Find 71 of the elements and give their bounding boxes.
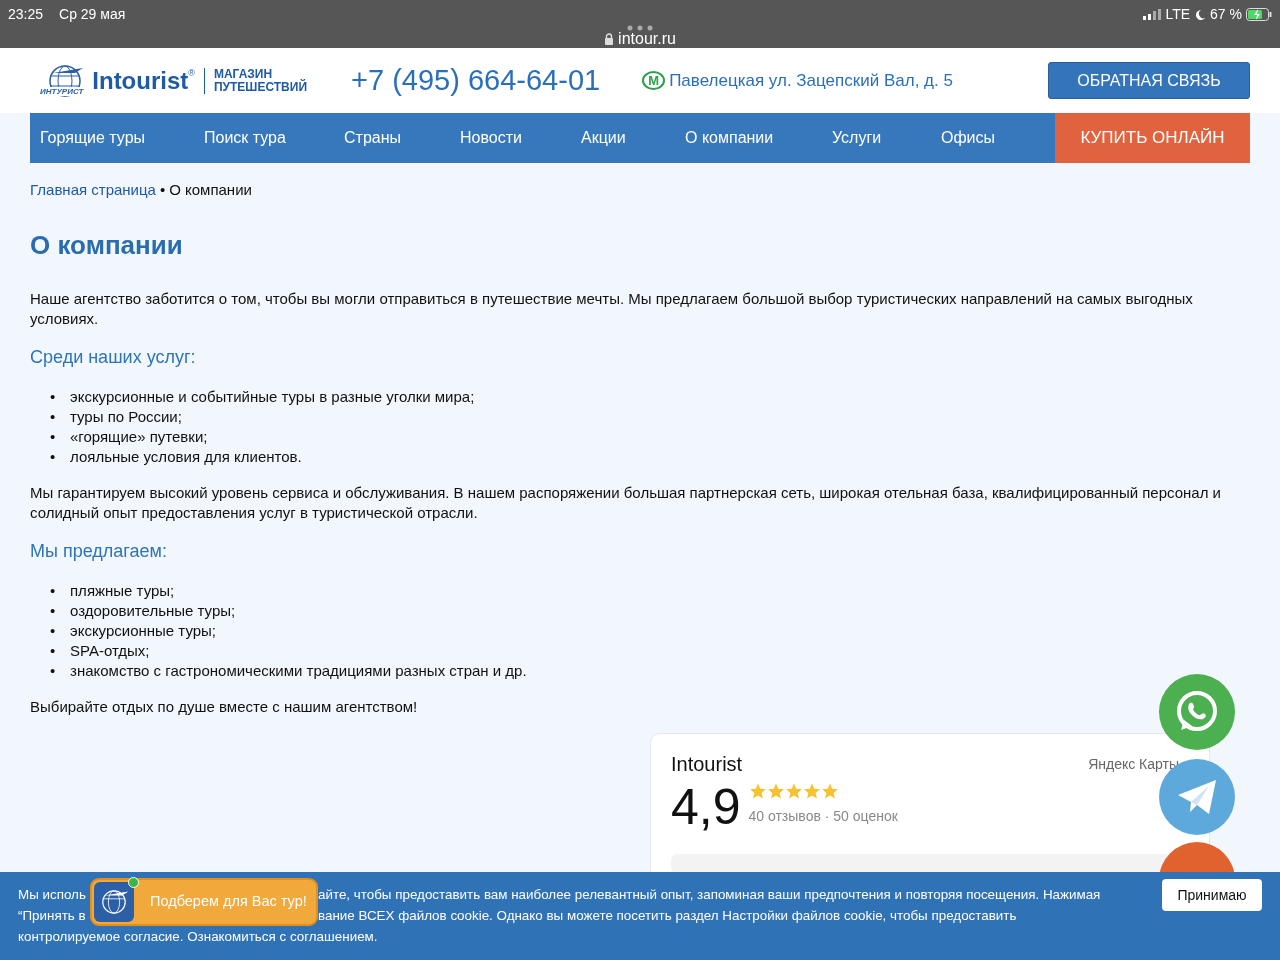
url-address[interactable]: intour.ru: [618, 27, 676, 51]
list-bullet: •: [50, 387, 57, 408]
list-item: оздоровительные туры;: [70, 601, 236, 622]
list-bullet: •: [50, 661, 57, 682]
list-bullet: •: [50, 447, 57, 468]
lock-icon: [604, 33, 615, 45]
cookie-notice-text: вание ВСЕХ файлов cookie. Однако вы можете посетить раздел Настройки файлов cookie, чтобы предоставить: [318, 907, 1017, 925]
nav-link[interactable]: Акции: [571, 126, 675, 150]
breadcrumb-separator: •: [159, 180, 166, 200]
star-icon: [802, 782, 821, 801]
battery-percent: 67 %: [1210, 5, 1242, 24]
address-text: Павелецкая ул. Зацепский Вал, д. 5: [669, 69, 953, 92]
battery-charging-icon: [1246, 8, 1272, 21]
list-item: лояльные условия для клиентов.: [70, 447, 302, 468]
nav-link[interactable]: Горящие туры: [30, 126, 194, 150]
moon-icon: [1194, 8, 1207, 21]
accept-button[interactable]: Принимаю: [1162, 879, 1262, 911]
list-item: экскурсионные туры;: [70, 621, 217, 642]
nav-link[interactable]: Страны: [334, 126, 450, 150]
list-bullet: •: [50, 407, 57, 428]
cookie-notice-text: контролируемое согласие. Ознакомиться с соглашением.: [18, 928, 378, 946]
list-item: пляжные туры;: [70, 581, 175, 602]
phone-link[interactable]: +7 (495) 664-64-01: [351, 58, 601, 103]
breadcrumb-link[interactable]: Главная страница: [30, 180, 156, 200]
list-bullet: •: [50, 641, 57, 662]
cookie-notice-text: Мы исполь: [18, 887, 86, 902]
star-icon: [766, 782, 785, 801]
page-title: О компании: [30, 230, 184, 262]
nav-link[interactable]: Офисы: [931, 126, 1042, 150]
map-source-label: Яндекс Карты: [1088, 755, 1179, 775]
list-item: SPA-отдых;: [70, 641, 150, 662]
more-icon[interactable]: [627, 25, 653, 31]
star-icon: [784, 782, 803, 801]
feedback-button[interactable]: ОБРАТНАЯ СВЯЗЬ: [1048, 62, 1250, 99]
nav-link[interactable]: Услуги: [822, 126, 931, 150]
breadcrumb-current: О компании: [169, 180, 252, 200]
list-item: знакомство с гастрономическими традициями разных стран и др.: [70, 661, 527, 682]
body-paragraph: Мы гарантируем высокий уровень сервиса и обслуживания. В нашем распоряжении большая партнерская сеть, широкая отельная база, квалифицированный персонал и солидный опыт предоставления услуг в туристической отрасли.: [30, 483, 1222, 524]
store-tagline: МАГАЗИН ПУТЕШЕСТВИЙ: [213, 67, 308, 94]
network-label: LTE: [1165, 5, 1191, 24]
status-time: 23:25: [8, 5, 44, 24]
star-icon: [748, 782, 767, 801]
list-bullet: •: [50, 601, 57, 622]
list-bullet: •: [50, 621, 57, 642]
rating-value: 4,9: [671, 782, 741, 833]
list-bullet: •: [50, 581, 57, 602]
status-date: Ср 29 мая: [59, 5, 126, 24]
list-bullet: •: [50, 427, 57, 448]
list-item: «горящие» путевки;: [70, 427, 208, 448]
section-heading: Среди наших услуг:: [30, 347, 197, 368]
logo-badge: ИНТУРИСТ: [39, 87, 85, 96]
cookie-notice-text: “Принять в: [18, 908, 86, 923]
section-heading: Мы предлагаем:: [30, 541, 168, 562]
signal-icon: [1143, 9, 1162, 20]
star-icon: [820, 782, 839, 801]
list-item: экскурсионные и событийные туры в разные уголки мира;: [70, 387, 475, 408]
metro-icon: М: [642, 71, 666, 90]
nav-link[interactable]: Поиск тура: [194, 126, 334, 150]
nav-link[interactable]: О компании: [675, 126, 822, 150]
registered-mark: ®: [188, 66, 195, 78]
logo-wordmark: Intourist: [92, 65, 189, 96]
nav-link[interactable]: Новости: [450, 126, 571, 150]
paper-plane-icon: [1176, 778, 1218, 816]
list-item: туры по России;: [70, 407, 182, 428]
review-counts: 40 отзывов · 50 оценок: [748, 807, 898, 827]
cookie-notice-text: айте, чтобы предоставить вам наиболее релевантный опыт, запоминая ваши предпочтения и повторяя посещения. Нажимая: [318, 886, 1101, 904]
body-paragraph: Наше агентство заботится о том, чтобы вы могли отправиться в путешествие мечты. Мы предлагаем большой выбор туристических направлений на самых выгодных условиях.: [30, 289, 1194, 330]
buy-online-button[interactable]: КУПИТЬ ОНЛАЙН: [1055, 113, 1250, 163]
business-name: Intourist: [671, 754, 743, 775]
body-paragraph: Выбирайте отдых по душе вместе с нашим агентством!: [30, 697, 419, 718]
chat-prompt-text: Подберем для Вас тур!: [150, 892, 307, 912]
